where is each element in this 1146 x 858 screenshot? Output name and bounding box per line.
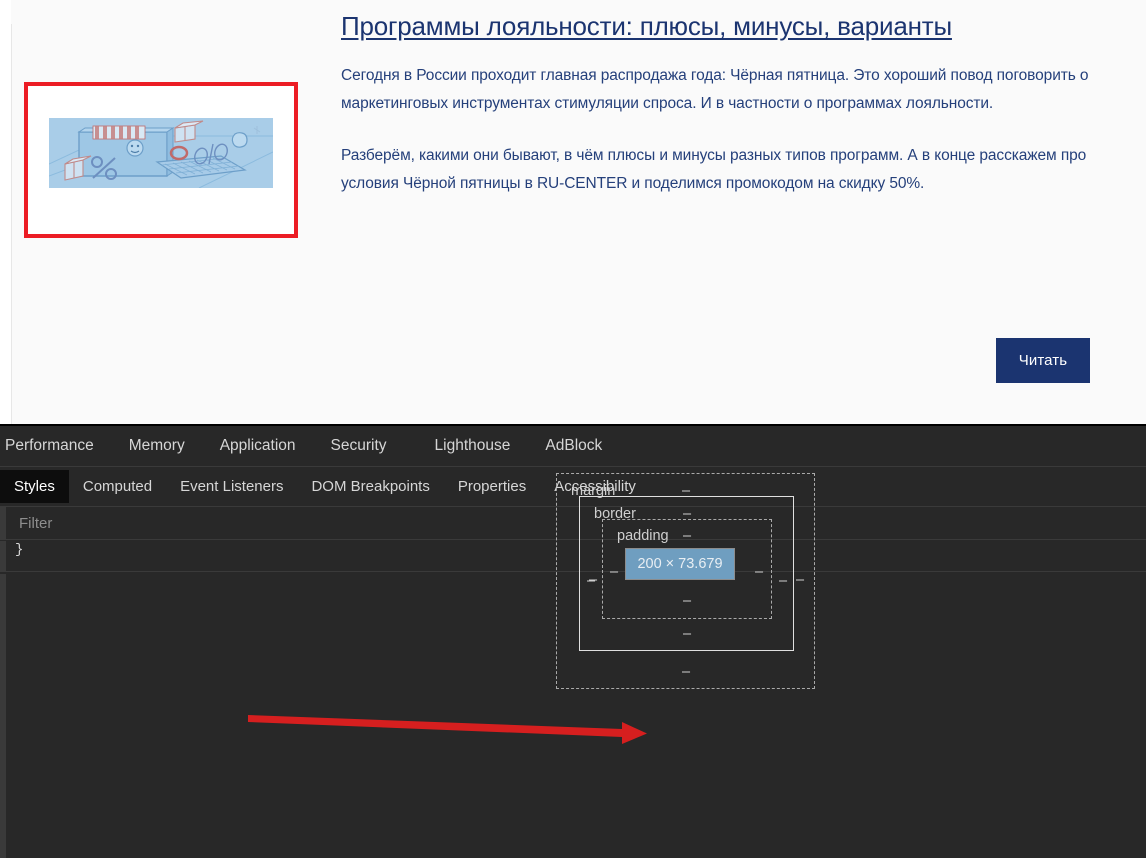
css-rule-closing-brace: }: [15, 542, 24, 558]
margin-bottom-value[interactable]: –: [682, 664, 690, 680]
border-right-value[interactable]: –: [779, 573, 787, 589]
tab-adblock[interactable]: AdBlock: [545, 437, 602, 455]
padding-left-value[interactable]: –: [610, 564, 618, 580]
tab-application[interactable]: Application: [220, 437, 296, 455]
box-model-content-box[interactable]: 200 × 73.679: [625, 548, 735, 580]
tab-lighthouse[interactable]: Lighthouse: [435, 437, 511, 455]
read-button[interactable]: Читать: [996, 338, 1090, 383]
tab-performance[interactable]: Performance: [5, 437, 94, 455]
margin-right-value[interactable]: –: [796, 572, 804, 588]
panel-splitter-handle[interactable]: [0, 541, 6, 571]
tab-security[interactable]: Security: [331, 437, 387, 455]
tab-styles[interactable]: Styles: [0, 470, 69, 503]
border-left-value[interactable]: –: [587, 573, 595, 589]
panel-splitter-handle[interactable]: [0, 507, 6, 539]
panel-splitter-handle[interactable]: [0, 574, 6, 858]
box-model-border-box[interactable]: border – – – – padding – – – – 200 × 73.…: [579, 496, 794, 651]
tab-properties[interactable]: Properties: [444, 470, 540, 503]
box-model-padding-box[interactable]: padding – – – – 200 × 73.679: [602, 519, 772, 619]
article-thumbnail-image[interactable]: [49, 118, 273, 188]
page-left-gutter: [0, 0, 11, 424]
article-paragraph-2: Разберём, какими они бывают, в чём плюсы…: [341, 147, 1087, 192]
article-text-column: Программы лояльности: плюсы, минусы, вар…: [341, 0, 1101, 198]
padding-right-value[interactable]: –: [755, 564, 763, 580]
tab-dom-breakpoints[interactable]: DOM Breakpoints: [297, 470, 443, 503]
article-paragraph-1: Сегодня в России проходит главная распро…: [341, 67, 1089, 112]
article-title[interactable]: Программы лояльности: плюсы, минусы, вар…: [341, 0, 1001, 43]
border-bottom-value[interactable]: –: [683, 626, 691, 642]
box-model-padding-label: padding: [617, 528, 669, 544]
filter-input[interactable]: [7, 513, 421, 533]
devtools-panel-tabbar: Performance Memory Application Security …: [0, 426, 1146, 466]
padding-bottom-value[interactable]: –: [683, 593, 691, 609]
article-card-edge: [11, 24, 12, 424]
padding-top-value[interactable]: –: [683, 528, 691, 544]
tab-memory[interactable]: Memory: [129, 437, 185, 455]
tab-event-listeners[interactable]: Event Listeners: [166, 470, 297, 503]
tab-computed[interactable]: Computed: [69, 470, 166, 503]
article-thumbnail-highlight[interactable]: [24, 82, 298, 238]
web-page-content: Программы лояльности: плюсы, минусы, вар…: [0, 0, 1146, 424]
box-model-margin-box[interactable]: margin – – – – border – – – – padding – …: [556, 473, 815, 689]
